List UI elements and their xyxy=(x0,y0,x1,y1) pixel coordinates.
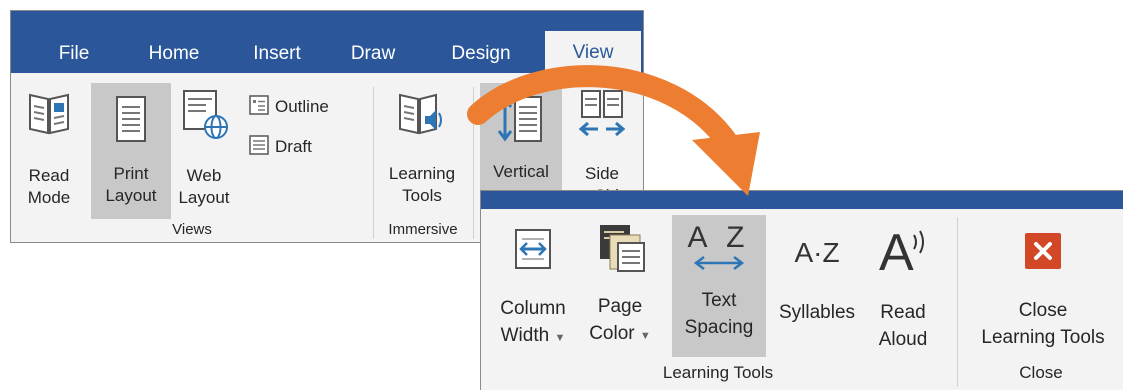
callout-arrow-icon xyxy=(467,65,760,196)
